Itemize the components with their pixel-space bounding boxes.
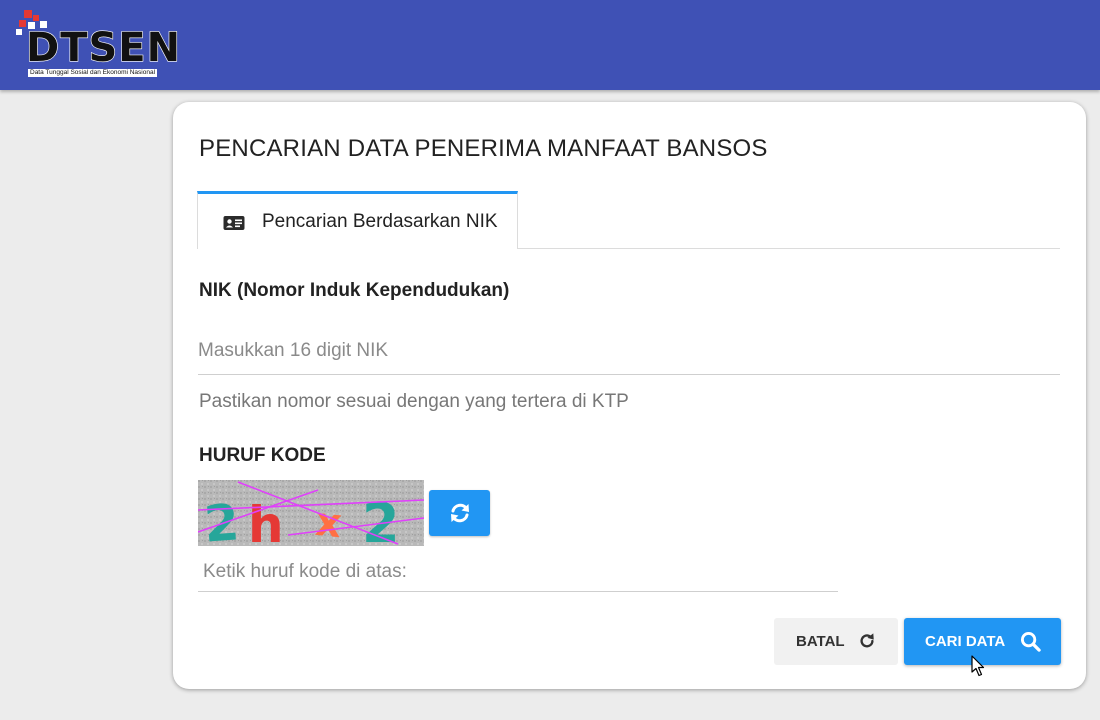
tab-bar: Pencarian Berdasarkan NIK — [197, 191, 1060, 249]
search-button-label: CARI DATA — [925, 633, 1006, 650]
search-icon — [1020, 631, 1041, 652]
refresh-icon — [451, 503, 469, 523]
page-title: PENCARIAN DATA PENERIMA MANFAAT BANSOS — [199, 135, 768, 162]
captcha-input[interactable] — [198, 552, 838, 592]
captcha-label: HURUF KODE — [199, 445, 326, 466]
tab-nik-search[interactable]: Pencarian Berdasarkan NIK — [197, 191, 518, 249]
redo-icon — [860, 633, 874, 648]
dtsen-logo[interactable]: DTSEN Data Tunggal Sosial dan Ekonomi Na… — [16, 10, 182, 82]
nik-helper-text: Pastikan nomor sesuai dengan yang terter… — [199, 391, 629, 412]
logo-text: DTSEN — [25, 25, 182, 71]
captcha-image: 2 h x 2 — [198, 480, 424, 546]
captcha-refresh-button[interactable] — [429, 490, 490, 536]
search-card: PENCARIAN DATA PENERIMA MANFAAT BANSOS P… — [173, 102, 1086, 689]
logo-subtitle: Data Tunggal Sosial dan Ekonomi Nasional — [28, 69, 158, 77]
mouse-cursor-icon — [971, 655, 985, 677]
cancel-button-label: BATAL — [796, 633, 845, 650]
captcha-char: x — [313, 499, 344, 546]
nik-label: NIK (Nomor Induk Kependudukan) — [199, 280, 510, 301]
top-bar: DTSEN Data Tunggal Sosial dan Ekonomi Na… — [0, 0, 1100, 90]
id-card-icon — [223, 216, 245, 230]
cancel-button[interactable]: BATAL — [774, 618, 898, 665]
nik-input[interactable] — [198, 328, 1060, 375]
tab-label: Pencarian Berdasarkan NIK — [262, 211, 498, 232]
